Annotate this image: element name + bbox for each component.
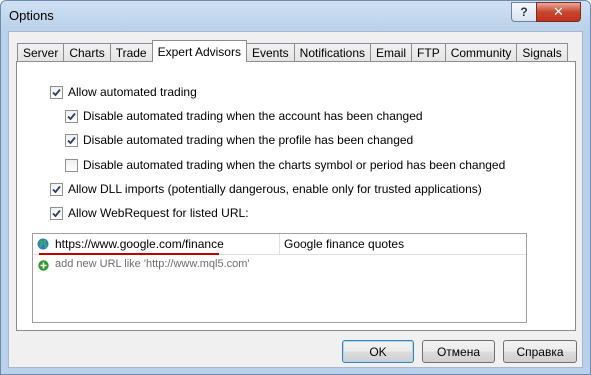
tab-notifications[interactable]: Notifications [293, 43, 371, 62]
allow-webrequest-row[interactable]: Allow WebRequest for listed URL: [50, 205, 249, 221]
disable-on-symbol-change-checkbox[interactable] [65, 158, 78, 172]
tab-charts[interactable]: Charts [63, 43, 110, 62]
disable-on-account-change-row[interactable]: Disable automated trading when the accou… [65, 108, 423, 124]
tab-ftp[interactable]: FTP [411, 43, 445, 62]
checkmark-icon [52, 185, 61, 193]
checkmark-icon [52, 88, 61, 96]
options-dialog: Options ? ✕ Server Charts Trade Expert A… [0, 0, 591, 375]
disable-on-account-change-checkbox[interactable] [65, 109, 78, 123]
allow-webrequest-label: Allow WebRequest for listed URL: [68, 206, 249, 220]
allow-automated-trading-row[interactable]: Allow automated trading [50, 84, 197, 100]
checkmark-icon [67, 112, 76, 120]
checkmark-icon [67, 136, 76, 144]
help-title-button[interactable]: ? [511, 2, 537, 22]
checkmark-icon [52, 209, 61, 217]
tab-expert-advisors[interactable]: Expert Advisors [151, 40, 247, 62]
help-button[interactable]: Справка [503, 340, 577, 363]
allow-dll-imports-row[interactable]: Allow DLL imports (potentially dangerous… [50, 181, 482, 197]
allow-automated-trading-checkbox[interactable] [50, 85, 63, 99]
ok-button[interactable]: OK [342, 340, 414, 363]
url-value[interactable]: https://www.google.com/finance [55, 237, 224, 251]
close-button[interactable]: ✕ [536, 2, 581, 22]
tab-signals[interactable]: Signals [516, 43, 568, 62]
tab-strip: Server Charts Trade Expert Advisors Even… [17, 40, 568, 62]
url-list-row[interactable]: https://www.google.com/finance Google fi… [33, 234, 526, 255]
disable-on-profile-change-label: Disable automated trading when the profi… [83, 133, 414, 147]
plus-circle-icon [38, 260, 49, 271]
disable-on-profile-change-checkbox[interactable] [65, 133, 78, 147]
tab-community[interactable]: Community [444, 43, 517, 62]
tab-email[interactable]: Email [370, 43, 412, 62]
add-url-row[interactable]: add new URL like 'http://www.mql5.com' [33, 256, 526, 276]
window-title: Options [9, 8, 54, 23]
dialog-client-area: Server Charts Trade Expert Advisors Even… [8, 31, 583, 368]
allow-automated-trading-label: Allow automated trading [68, 85, 197, 99]
allow-webrequest-checkbox[interactable] [50, 206, 63, 220]
cancel-button[interactable]: Отмена [422, 340, 495, 363]
url-list[interactable]: https://www.google.com/finance Google fi… [32, 233, 527, 323]
tab-events[interactable]: Events [246, 43, 294, 62]
globe-icon [37, 238, 49, 250]
url-highlight-underline [39, 253, 219, 255]
expert-advisors-panel: Allow automated trading Disable automate… [16, 61, 576, 331]
disable-on-profile-change-row[interactable]: Disable automated trading when the profi… [65, 132, 413, 148]
allow-dll-imports-label: Allow DLL imports (potentially dangerous… [68, 182, 482, 196]
tab-server[interactable]: Server [17, 43, 64, 62]
title-bar[interactable]: Options ? ✕ [1, 1, 590, 31]
tab-trade[interactable]: Trade [109, 43, 152, 62]
disable-on-symbol-change-row[interactable]: Disable automated trading when the chart… [65, 157, 505, 173]
disable-on-account-change-label: Disable automated trading when the accou… [83, 109, 423, 123]
add-url-hint: add new URL like 'http://www.mql5.com' [55, 258, 250, 270]
disable-on-symbol-change-label: Disable automated trading when the chart… [83, 158, 506, 172]
url-description[interactable]: Google finance quotes [284, 237, 404, 251]
allow-dll-imports-checkbox[interactable] [50, 182, 63, 196]
column-divider [279, 234, 280, 255]
close-icon: ✕ [553, 4, 564, 19]
question-icon: ? [520, 5, 528, 19]
